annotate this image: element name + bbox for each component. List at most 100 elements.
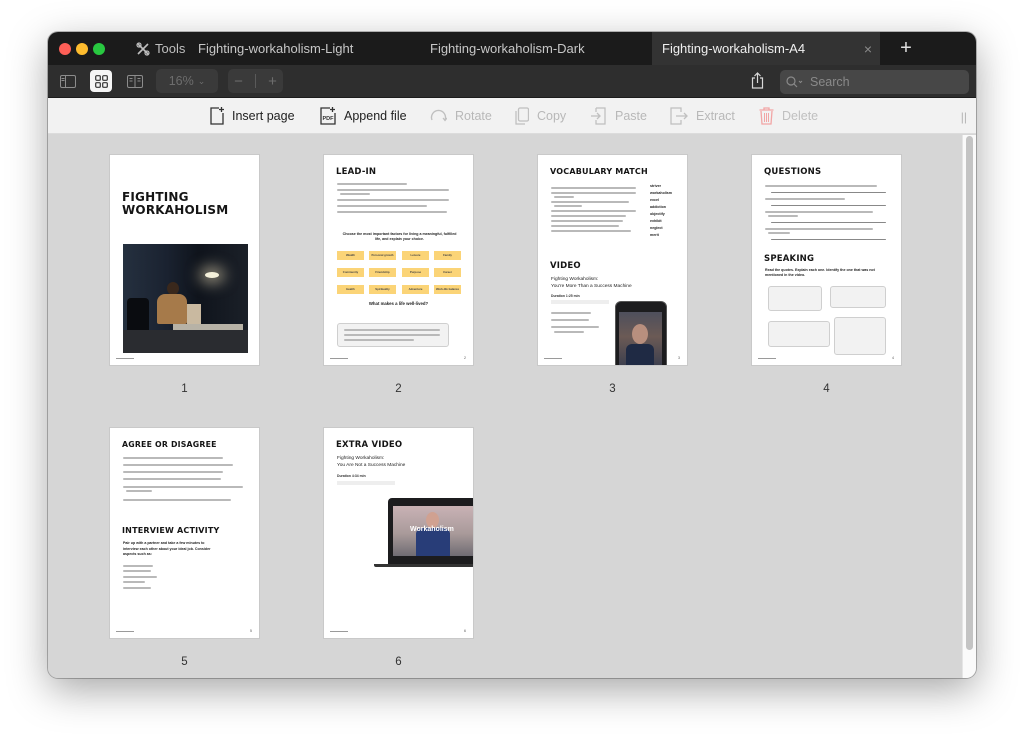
paste-button[interactable]: Paste <box>591 98 647 134</box>
vertical-scrollbar[interactable] <box>962 135 976 678</box>
append-file-label: Append file <box>344 109 407 123</box>
toolbar: 16% ⌄ − + Search <box>48 65 976 98</box>
rotate-button[interactable]: Rotate <box>430 98 492 134</box>
quote-bubble <box>768 286 822 311</box>
laptop-mockup: Workaholism <box>388 498 473 565</box>
app-window: Tools Fighting-workaholism-Light Fightin… <box>48 32 976 678</box>
tools-button[interactable]: Tools <box>136 32 185 65</box>
insert-page-button[interactable]: Insert page <box>210 98 295 134</box>
delete-label: Delete <box>782 109 819 123</box>
scrollbar-thumb[interactable] <box>966 136 973 650</box>
video-subtitle: Fighting Workaholism: You Are Not a Succ… <box>337 455 405 469</box>
page-thumbnail-3[interactable]: VOCABULARY MATCH striver workaholism exc… <box>538 155 687 365</box>
speaking-heading: SPEAKING <box>764 254 815 264</box>
page-thumbnail-1[interactable]: FIGHTING WORKAHOLISM <box>110 155 259 365</box>
insert-page-label: Insert page <box>232 109 295 123</box>
speaking-prompt: Read the quotes. Explain each one. Ident… <box>765 268 875 277</box>
vocab-word: exhibit <box>650 219 662 223</box>
zoom-level-select[interactable]: 16% ⌄ <box>156 69 218 93</box>
page-footer <box>330 630 348 632</box>
zoom-value: 16% <box>168 74 194 88</box>
delete-button[interactable]: Delete <box>759 98 818 134</box>
vocab-word: excel <box>650 198 659 202</box>
extract-label: Extract <box>696 109 735 123</box>
tab-a4[interactable]: Fighting-workaholism-A4 × <box>652 32 880 65</box>
video-subtitle-line: Fighting Workaholism: <box>551 277 599 282</box>
page-footer <box>544 357 562 359</box>
two-page-view-button[interactable] <box>124 70 146 92</box>
page-3-title: VOCABULARY MATCH <box>550 167 648 176</box>
page-thumbnail-5[interactable]: AGREE OR DISAGREE INTERVIEW ACTIVITY Pai… <box>110 428 259 638</box>
video-screen-text: Workaholism <box>410 526 454 533</box>
book-icon <box>127 74 143 88</box>
page-thumbnail-6[interactable]: EXTRA VIDEO Fighting Workaholism: You Ar… <box>324 428 473 638</box>
zoom-out-button[interactable]: − <box>234 73 243 90</box>
tab-dark[interactable]: Fighting-workaholism-Dark <box>430 32 585 65</box>
factor-tag: Personal growth <box>369 251 396 260</box>
factor-tag: Community <box>337 268 364 277</box>
page-number-2: 2 <box>395 383 402 395</box>
page-number-4: 4 <box>823 383 830 395</box>
factor-tag: Spirituality <box>369 285 396 294</box>
page-footer-number: 6 <box>464 629 466 633</box>
grid-view-button[interactable] <box>90 70 112 92</box>
sidebar-toggle-button[interactable] <box>57 70 79 92</box>
page-number-3: 3 <box>609 383 616 395</box>
vocab-word: neglect <box>650 226 663 230</box>
tab-label: Fighting-workaholism-Light <box>198 41 354 56</box>
page-number-1: 1 <box>181 383 188 395</box>
zoom-window-button[interactable] <box>93 43 105 55</box>
vocab-word: addiction <box>650 205 666 209</box>
page-footer <box>758 357 776 359</box>
video-subtitle-line: You're More Than a Success Machine <box>551 284 632 289</box>
video-subtitle-line: Fighting Workaholism: <box>337 456 385 461</box>
minimize-window-button[interactable] <box>76 43 88 55</box>
factor-tag: Leisure <box>402 251 429 260</box>
close-window-button[interactable] <box>59 43 71 55</box>
vocab-word: striver <box>650 184 661 188</box>
factor-tag: Wealth <box>337 251 364 260</box>
cover-photo <box>123 244 248 353</box>
page-1-title: FIGHTING WORKAHOLISM <box>122 191 228 216</box>
grid-icon <box>94 74 108 88</box>
append-pdf-icon: PDF <box>320 107 336 125</box>
interview-prompt: Pair up with a partner and take a few mi… <box>123 541 211 556</box>
search-field[interactable]: Search <box>780 70 969 94</box>
factor-tag: Work-life balance <box>434 285 461 294</box>
toolbar-grip-handle[interactable]: || <box>961 110 967 124</box>
quote-bubble <box>830 286 886 308</box>
tab-light[interactable]: Fighting-workaholism-Light <box>198 32 353 65</box>
quote-box <box>337 323 449 347</box>
extract-button[interactable]: Extract <box>670 98 735 134</box>
page-4-title: QUESTIONS <box>764 167 822 177</box>
factor-tag: Friendship <box>369 268 396 277</box>
search-icon <box>786 76 803 88</box>
page-thumbnail-2[interactable]: LEAD-IN Choose the most important factor… <box>324 155 473 365</box>
copy-icon <box>515 107 529 125</box>
quote-bubble <box>834 317 886 355</box>
quote-bubble <box>768 321 830 347</box>
insert-page-icon <box>210 107 224 125</box>
append-file-button[interactable]: PDF Append file <box>320 98 407 134</box>
tools-label: Tools <box>155 41 186 56</box>
share-button[interactable] <box>751 72 764 94</box>
factors-prompt: Choose the most important factors for li… <box>342 232 457 241</box>
copy-label: Copy <box>537 109 567 123</box>
chevron-down-icon: ⌄ <box>197 75 206 86</box>
close-tab-icon[interactable]: × <box>864 41 872 57</box>
copy-button[interactable]: Copy <box>515 98 566 134</box>
page-6-title: EXTRA VIDEO <box>336 440 403 450</box>
page-footer <box>116 630 134 632</box>
tools-icon <box>136 41 150 56</box>
sidebar-icon <box>60 74 76 88</box>
page-footer-number: 4 <box>892 356 894 360</box>
vocab-word: objectify <box>650 212 665 216</box>
factor-tag: Purpose <box>402 268 429 277</box>
page-thumbnail-4[interactable]: QUESTIONS SPEAKING Read the quotes. Expl… <box>752 155 901 365</box>
tab-label: Fighting-workaholism-A4 <box>662 41 806 56</box>
zoom-stepper: − + <box>228 69 283 93</box>
zoom-in-button[interactable]: + <box>268 73 277 90</box>
svg-text:PDF: PDF <box>323 116 335 122</box>
factor-tag: Adventure <box>402 285 429 294</box>
new-tab-button[interactable]: + <box>894 32 918 65</box>
